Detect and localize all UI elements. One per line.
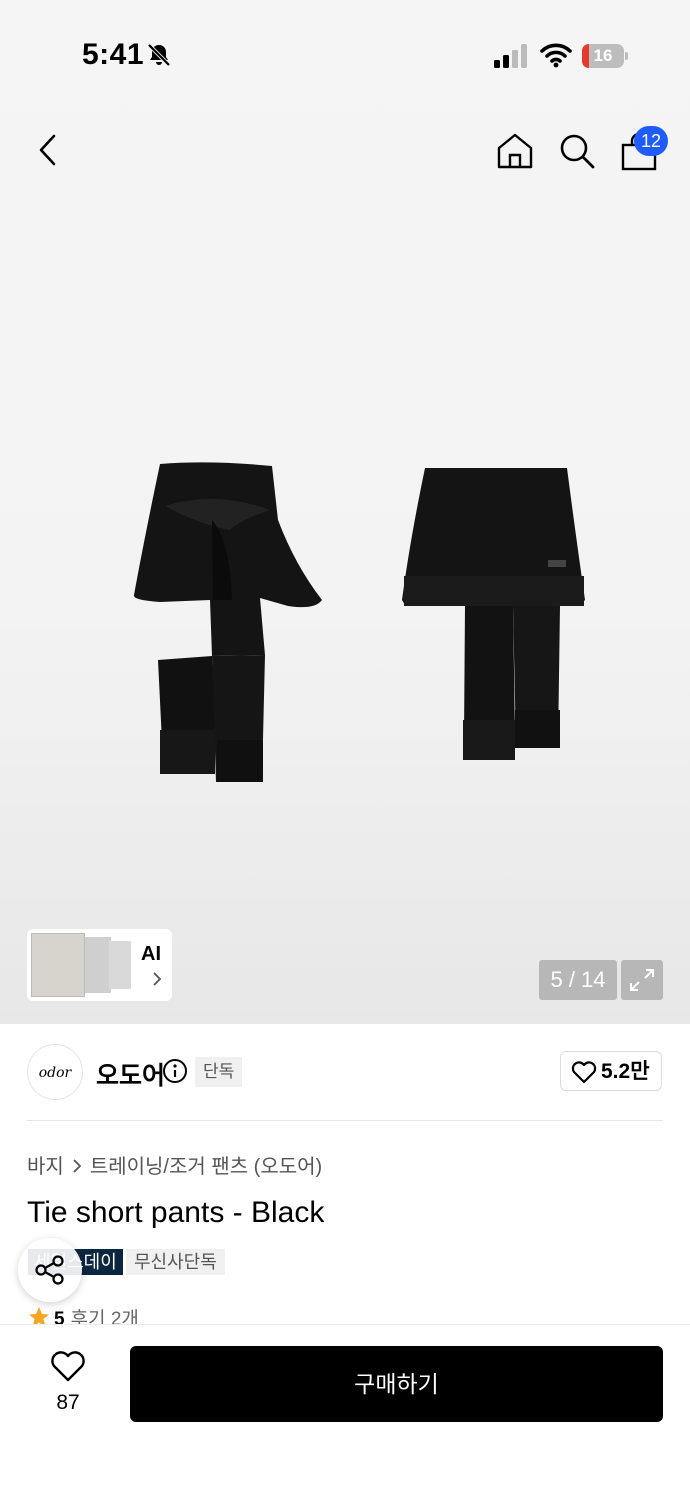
battery-icon: 16 [582, 44, 628, 68]
share-icon [35, 1255, 64, 1285]
search-icon[interactable] [558, 132, 596, 170]
chevron-right-icon [73, 1159, 82, 1173]
product-back-view [402, 468, 585, 760]
product-front-view [133, 462, 322, 782]
ai-label: AI [141, 943, 161, 965]
expand-icon [630, 969, 654, 991]
bottom-action-bar: 87 구매하기 [0, 1324, 690, 1500]
divider [27, 1120, 663, 1121]
brand-like-button[interactable]: 5.2만 [560, 1051, 662, 1091]
status-bar: 5:41 16 [0, 0, 690, 100]
exclusive-tag: 무신사단독 [126, 1249, 225, 1275]
home-icon[interactable] [496, 132, 534, 170]
lookbook-thumbnails[interactable]: AI [27, 929, 172, 1001]
thumbnail-3[interactable] [109, 941, 131, 989]
wishlist-count: 87 [56, 1391, 80, 1414]
heart-icon [51, 1351, 85, 1382]
info-icon[interactable] [162, 1058, 188, 1084]
chevron-left-icon[interactable] [30, 130, 66, 170]
product-title: Tie short pants - Black [27, 1196, 325, 1229]
breadcrumb-category[interactable]: 바지 [27, 1156, 64, 1178]
image-counter: 5 / 14 [539, 960, 617, 1000]
exclusive-badge: 단독 [195, 1057, 243, 1087]
expand-button[interactable] [621, 960, 663, 1000]
heart-icon [571, 1061, 597, 1084]
thumbnail-1[interactable] [31, 933, 85, 997]
bell-slash-icon [147, 43, 171, 67]
thumbnail-2[interactable] [85, 937, 111, 993]
breadcrumb: 바지 트레이닝/조거 팬츠 (오도어) [27, 1150, 322, 1179]
share-button[interactable] [18, 1238, 82, 1302]
chevron-right-icon [153, 972, 162, 986]
status-time: 5:41 [82, 38, 145, 71]
wifi-icon [540, 43, 572, 68]
product-image[interactable] [120, 450, 600, 795]
buy-button[interactable]: 구매하기 [130, 1346, 663, 1422]
brand-logo[interactable]: odor [27, 1044, 83, 1100]
brand-like-count: 5.2만 [601, 1060, 650, 1083]
brand-name[interactable]: 오도어 [96, 1056, 165, 1092]
battery-level: 16 [593, 46, 613, 65]
breadcrumb-subcategory[interactable]: 트레이닝/조거 팬츠 (오도어) [90, 1156, 322, 1178]
cart-count-badge: 12 [634, 126, 668, 156]
signal-icon [494, 44, 527, 68]
wishlist-button[interactable]: 87 [44, 1349, 92, 1439]
